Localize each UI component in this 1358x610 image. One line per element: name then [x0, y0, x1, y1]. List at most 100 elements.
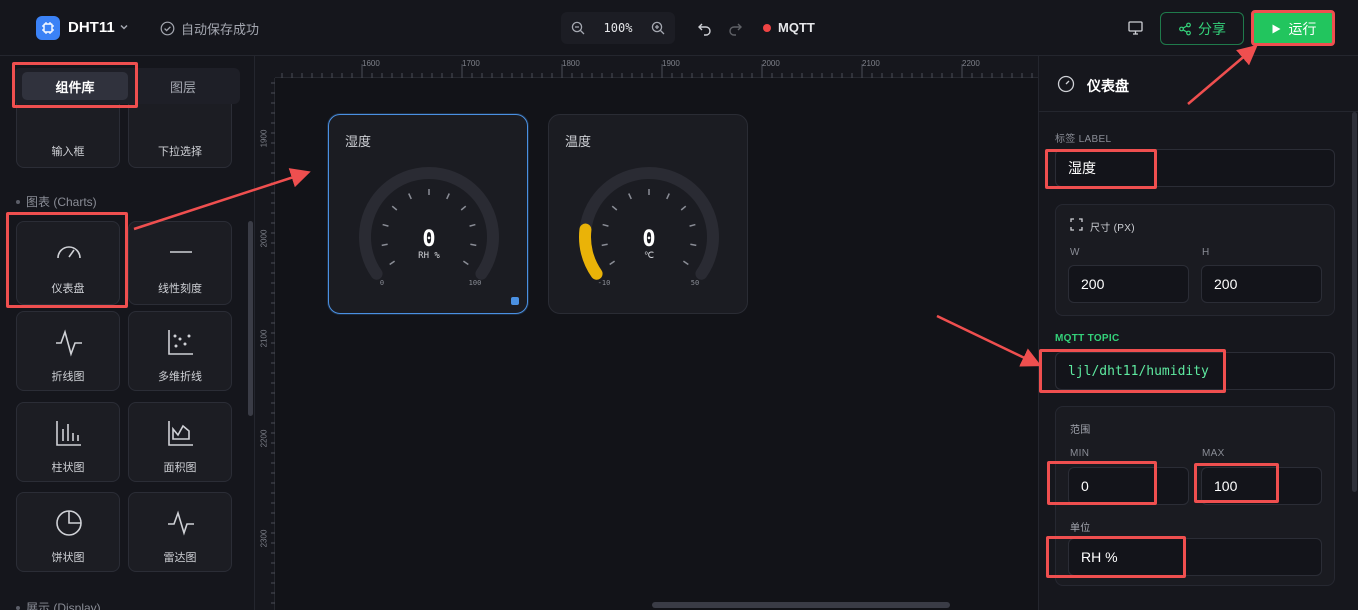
component-card-radar-chart[interactable]: 雷达图	[128, 492, 232, 572]
max-input[interactable]: 100	[1201, 467, 1322, 505]
top-bar: DHT11 自动保存成功 100% MQTT 分享 运行	[0, 0, 1358, 56]
share-button[interactable]: 分享	[1160, 12, 1244, 45]
tab-components[interactable]: 组件库	[22, 72, 128, 100]
gauge-unit: RH %	[418, 251, 440, 261]
section-charts-heading: 图表 (Charts)	[16, 193, 97, 210]
gauge-icon	[57, 246, 81, 259]
height-input[interactable]: 200	[1201, 265, 1322, 303]
label-input[interactable]: 湿度	[1055, 149, 1335, 187]
component-card-linear-scale[interactable]: 线性刻度	[128, 221, 232, 305]
ruler-label: 2000	[762, 59, 780, 68]
properties-title: 仪表盘	[1087, 78, 1129, 94]
mqtt-topic-input[interactable]: ljl/dht11/humidity	[1055, 352, 1335, 390]
properties-panel: 仪表盘 标签 LABEL 湿度 尺寸 (PX) W H 200 200 MQTT…	[1038, 56, 1358, 610]
component-card-line-chart[interactable]: 折线图	[16, 311, 120, 391]
gauge-tick	[460, 205, 467, 211]
section-bullet	[16, 199, 20, 204]
gauge-dial: 0 RH % 0 100	[359, 167, 499, 287]
gauge-tick	[689, 223, 696, 227]
project-title[interactable]: DHT11	[68, 19, 115, 36]
undo-icon[interactable]	[697, 20, 713, 36]
component-card-multi-line[interactable]: 多维折线	[128, 311, 232, 391]
max-caption: MAX	[1202, 448, 1225, 459]
canvas-scrollbar[interactable]	[652, 602, 950, 608]
bar-chart-icon	[56, 421, 81, 446]
unit-input[interactable]: RH %	[1068, 538, 1322, 576]
gauge-max: 100	[469, 279, 482, 287]
gauge-tick	[690, 243, 697, 247]
gauge-min: -10	[598, 279, 611, 287]
size-group: 尺寸 (PX) W H 200 200	[1055, 204, 1335, 316]
properties-header: 仪表盘	[1039, 56, 1358, 112]
section-label: 图表 (Charts)	[26, 195, 97, 209]
topic-caption: MQTT TOPIC	[1055, 333, 1120, 344]
component-label: 线性刻度	[158, 283, 202, 295]
pie-chart-icon	[56, 510, 82, 536]
chip-icon[interactable]	[36, 16, 60, 40]
mqtt-status[interactable]: MQTT	[763, 20, 815, 35]
gauge-tick	[628, 193, 632, 200]
run-label: 运行	[1288, 20, 1317, 37]
component-card-pie-chart[interactable]: 饼状图	[16, 492, 120, 572]
expand-icon	[1070, 218, 1083, 231]
gauge-tick	[609, 260, 616, 266]
component-card-area-chart[interactable]: 面积图	[128, 402, 232, 482]
gauge-tick	[462, 260, 469, 266]
section-label: 展示 (Display)	[26, 601, 101, 610]
min-caption: MIN	[1070, 448, 1090, 459]
ruler-label: 2000	[259, 229, 269, 248]
zoom-out-icon[interactable]	[571, 21, 585, 35]
redo-icon[interactable]	[727, 20, 743, 36]
zoom-in-icon[interactable]	[651, 21, 665, 35]
design-canvas[interactable]: 1600 1700 1800 1900 2000 2100 2200 1900 …	[255, 56, 1038, 610]
component-card-bar-chart[interactable]: 柱状图	[16, 402, 120, 482]
line-chart-icon	[56, 329, 82, 357]
ruler-label: 1700	[462, 59, 480, 68]
label-caption: 标签 LABEL	[1055, 134, 1112, 145]
area-chart-icon	[168, 421, 193, 446]
gauge-tick	[602, 223, 609, 227]
gauge-tick	[469, 223, 476, 227]
gauge-widget-temperature[interactable]: 温度 0 ℃ -10 50	[548, 114, 748, 314]
check-circle-icon	[160, 21, 175, 36]
ruler-label: 2300	[259, 529, 269, 548]
component-label: 面积图	[163, 462, 197, 474]
section-display-heading: 展示 (Display)	[16, 599, 101, 610]
gauge-tick	[611, 205, 618, 211]
gauge-icon	[1057, 75, 1075, 93]
monitor-icon[interactable]	[1127, 19, 1144, 36]
width-input[interactable]: 200	[1068, 265, 1189, 303]
gauge-widget-humidity[interactable]: 湿度 0 RH % 0 100	[328, 114, 528, 314]
height-caption: H	[1202, 247, 1210, 258]
properties-scrollbar[interactable]	[1352, 112, 1357, 492]
ruler-label: 2100	[862, 59, 880, 68]
component-label: 多维折线	[158, 371, 202, 383]
chevron-down-icon[interactable]	[118, 21, 130, 33]
ruler-horizontal	[275, 56, 1038, 78]
gauge-tick	[408, 193, 412, 200]
status-dot	[763, 23, 771, 32]
sidebar-scrollbar[interactable]	[248, 221, 253, 416]
resize-handle[interactable]	[511, 297, 519, 305]
ruler-label: 2100	[259, 329, 269, 348]
gauge-tick	[601, 243, 608, 247]
zoom-level: 100%	[603, 21, 633, 35]
component-card-gauge[interactable]: 仪表盘	[16, 221, 120, 305]
run-button[interactable]: 运行	[1252, 12, 1334, 45]
range-group: 范围 MIN MAX 0 100 单位 RH %	[1055, 406, 1335, 586]
gauge-tick	[446, 193, 450, 200]
gauge-value: 0	[642, 227, 655, 252]
ruler-label: 1800	[562, 59, 580, 68]
gauge-tick	[389, 260, 396, 266]
section-bullet	[16, 605, 20, 610]
min-input[interactable]: 0	[1068, 467, 1189, 505]
tab-layers[interactable]: 图层	[130, 72, 236, 100]
linear-scale-icon	[170, 251, 192, 253]
component-label: 柱状图	[51, 462, 85, 474]
component-label: 折线图	[51, 371, 85, 383]
gauge-tick	[391, 205, 398, 211]
gauge-value: 0	[422, 227, 435, 252]
size-caption: 尺寸 (PX)	[1090, 223, 1135, 234]
component-label: 下拉选择	[158, 146, 202, 158]
ruler-label: 1900	[259, 129, 269, 148]
